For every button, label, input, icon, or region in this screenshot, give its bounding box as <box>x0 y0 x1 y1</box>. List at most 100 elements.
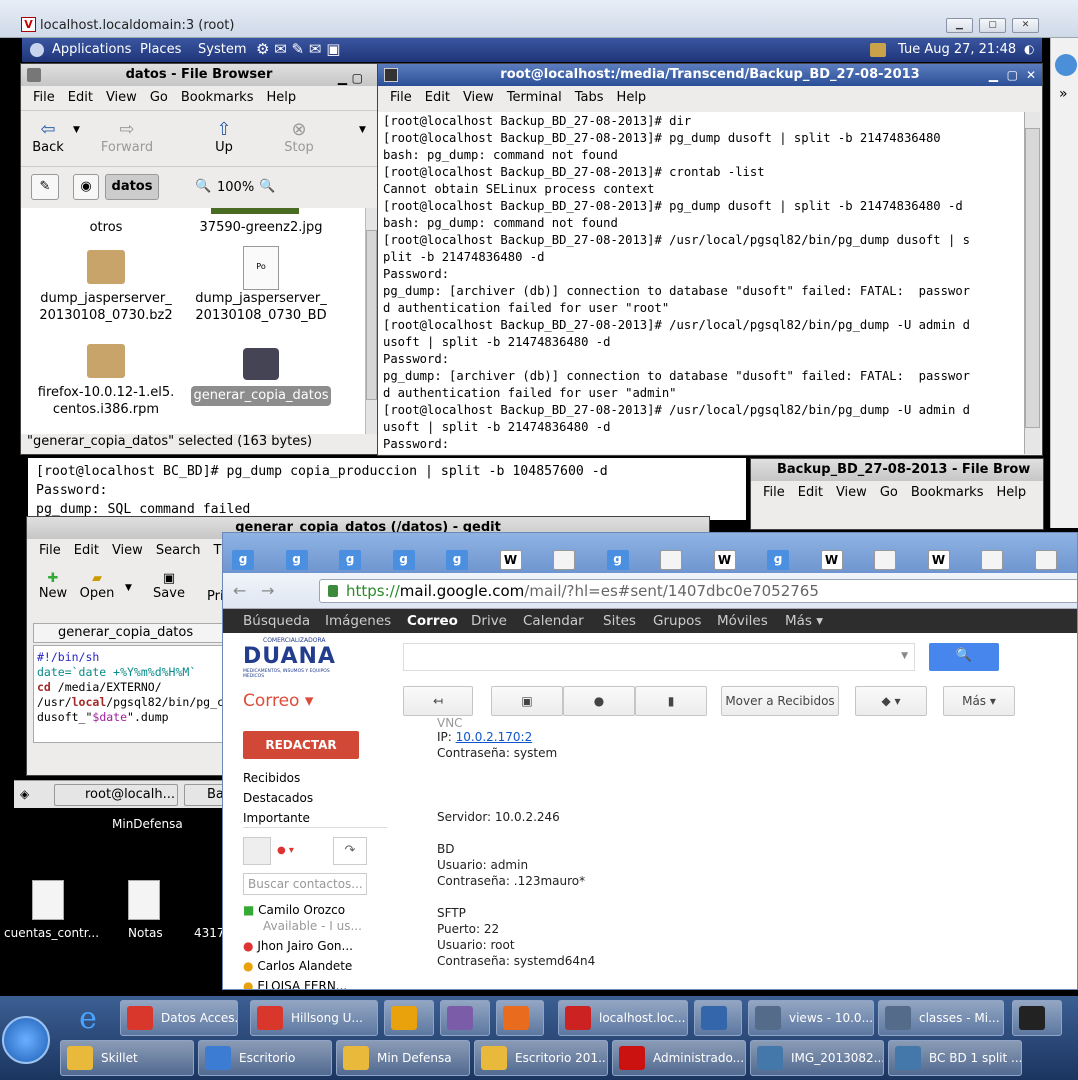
menu-go[interactable]: Go <box>880 485 898 500</box>
back-arrow-icon[interactable]: ← <box>233 581 246 600</box>
browser-tab[interactable]: g <box>767 550 789 570</box>
google-bar-drive[interactable]: Drive <box>471 609 507 633</box>
avatar[interactable] <box>243 837 271 865</box>
contact-search-input[interactable]: Buscar contactos... <box>243 873 367 895</box>
menu-file[interactable]: File <box>763 485 785 500</box>
taskbar-button[interactable]: Escritorio 201... <box>474 1040 608 1076</box>
google-bar-more[interactable]: Más ▾ <box>785 609 823 633</box>
menu-edit[interactable]: Edit <box>798 485 823 500</box>
labels-button[interactable]: ◆ ▾ <box>855 686 927 716</box>
open-recent-dropdown[interactable]: ▼ <box>125 583 132 593</box>
taskbar-button[interactable] <box>1012 1000 1062 1036</box>
browser-tab[interactable]: g <box>339 550 361 570</box>
applications-menu[interactable]: Applications <box>52 42 131 57</box>
desktop-icon-label[interactable]: cuentas_contr... <box>4 926 99 940</box>
file-item[interactable]: dump_jasperserver_ 20130108_0730_BD <box>186 290 336 324</box>
google-bar-mail[interactable]: Correo <box>407 609 458 633</box>
disk-icon[interactable]: ◉ <box>73 174 99 200</box>
google-bar-sites[interactable]: Sites <box>603 609 636 633</box>
back-button[interactable]: ⇦ Back <box>29 119 67 155</box>
applet-icon[interactable] <box>870 43 886 57</box>
location-button-datos[interactable]: datos <box>105 174 159 200</box>
taskbar-button[interactable]: localhost.loc... <box>558 1000 688 1036</box>
browser-tab[interactable] <box>1034 550 1057 570</box>
clock[interactable]: Tue Aug 27, 21:48 <box>898 42 1016 57</box>
menu-go[interactable]: Go <box>150 90 168 105</box>
up-button[interactable]: ⇧ Up <box>209 119 239 155</box>
taskbar-button[interactable]: Hillsong U... <box>250 1000 378 1036</box>
browser-tab[interactable]: W <box>820 550 843 570</box>
move-to-inbox-button[interactable]: Mover a Recibidos <box>721 686 839 716</box>
menu-tabs[interactable]: Tabs <box>575 90 604 105</box>
background-terminal-output[interactable]: [root@localhost BC_BD]# pg_dump copia_pr… <box>28 458 746 520</box>
taskbar-button[interactable] <box>440 1000 490 1036</box>
browser-tab[interactable] <box>660 550 682 570</box>
menu-edit[interactable]: Edit <box>68 90 93 105</box>
file-view-scrollbar[interactable] <box>365 208 377 434</box>
desktop-icon-label[interactable]: 4317 <box>194 926 225 940</box>
contact-item[interactable]: ● ELOISA FERN... <box>243 979 347 989</box>
places-menu[interactable]: Places <box>140 42 181 57</box>
hangout-button[interactable]: ↷ <box>333 837 367 865</box>
google-bar-groups[interactable]: Grupos <box>653 609 701 633</box>
taskbar-button[interactable] <box>384 1000 434 1036</box>
launcher-icons[interactable]: ⚙ ✉ ✎ ✉ ▣ <box>256 40 340 58</box>
menu-file[interactable]: File <box>390 90 412 105</box>
menu-search[interactable]: Search <box>156 543 201 558</box>
minimize-button[interactable]: ▁ <box>989 64 998 86</box>
save-button[interactable]: ▣ Save <box>151 571 187 601</box>
code-editor[interactable]: #!/bin/sh date=`date +%Y%m%d%H%M` cd /medi… <box>33 645 233 743</box>
search-button[interactable]: 🔍 <box>929 643 999 671</box>
zoom-in-icon[interactable]: 🔍 <box>259 179 275 194</box>
taskbar-button[interactable]: classes - Mi... <box>878 1000 1004 1036</box>
report-spam-button[interactable]: ● <box>563 686 635 716</box>
terminal-scrollbar[interactable] <box>1024 112 1040 454</box>
file-item[interactable]: dump_jasperserver_ 20130108_0730.bz2 <box>31 290 181 324</box>
back-to-list-button[interactable]: ↤ <box>403 686 473 716</box>
menu-file[interactable]: File <box>39 543 61 558</box>
menu-bookmarks[interactable]: Bookmarks <box>911 485 984 500</box>
minimize-button[interactable]: ▁ <box>338 67 347 89</box>
browser-tab[interactable]: W <box>927 550 950 570</box>
taskbar-button[interactable]: Skillet <box>60 1040 194 1076</box>
google-bar-calendar[interactable]: Calendar <box>523 609 584 633</box>
browser-tab[interactable]: g <box>606 550 629 570</box>
browser-tab[interactable]: W <box>713 550 736 570</box>
internet-explorer-icon[interactable]: e <box>66 1002 110 1038</box>
taskbar-button[interactable]: IMG_2013082... <box>750 1040 884 1076</box>
google-bar-mobile[interactable]: Móviles <box>717 609 768 633</box>
menu-view[interactable]: View <box>463 90 494 105</box>
menu-help[interactable]: Help <box>617 90 647 105</box>
taskbar-button[interactable]: Escritorio <box>198 1040 332 1076</box>
start-button[interactable] <box>2 1016 50 1064</box>
zoom-out-icon[interactable]: 🔍 <box>195 179 211 194</box>
browser-tab[interactable]: g <box>392 550 415 570</box>
file-item-selected[interactable]: generar_copia_datos <box>191 386 331 406</box>
forward-button[interactable]: ⇨ Forward <box>97 119 157 155</box>
terminal-output[interactable]: [root@localhost Backup_BD_27-08-2013]# d… <box>378 112 1024 454</box>
contact-item[interactable]: ● Jhon Jairo Gon... <box>243 939 353 953</box>
menu-terminal[interactable]: Terminal <box>507 90 562 105</box>
folder-inbox[interactable]: Recibidos <box>243 771 300 785</box>
file-item[interactable]: otros <box>31 220 181 235</box>
more-button[interactable]: Más ▾ <box>943 686 1015 716</box>
taskbar-button[interactable] <box>694 1000 742 1036</box>
taskbar-item-terminal[interactable]: root@localh... <box>54 784 178 806</box>
status-dropdown[interactable]: ● ▾ <box>277 845 294 856</box>
url-bar[interactable]: https://mail.google.com/mail/?hl=es#sent… <box>319 579 1077 603</box>
archive-button[interactable]: ▣ <box>491 686 563 716</box>
zoom-level[interactable]: 100% <box>217 180 254 195</box>
menu-view[interactable]: View <box>112 543 143 558</box>
forward-arrow-icon[interactable]: → <box>261 581 274 600</box>
minimize-button[interactable]: ▁ <box>946 18 973 33</box>
taskbar-button[interactable]: Datos Acces... <box>120 1000 238 1036</box>
menu-view[interactable]: View <box>836 485 867 500</box>
correo-dropdown[interactable]: Correo ▾ <box>243 691 313 711</box>
menu-edit[interactable]: Edit <box>74 543 99 558</box>
browser-tab[interactable] <box>981 550 1003 570</box>
menu-help[interactable]: Help <box>266 90 296 105</box>
close-button[interactable]: ✕ <box>1026 64 1036 86</box>
maximize-button[interactable]: ▢ <box>979 18 1006 33</box>
delete-button[interactable]: ▮ <box>635 686 707 716</box>
contact-item[interactable]: ■ Camilo Orozco <box>243 903 345 917</box>
